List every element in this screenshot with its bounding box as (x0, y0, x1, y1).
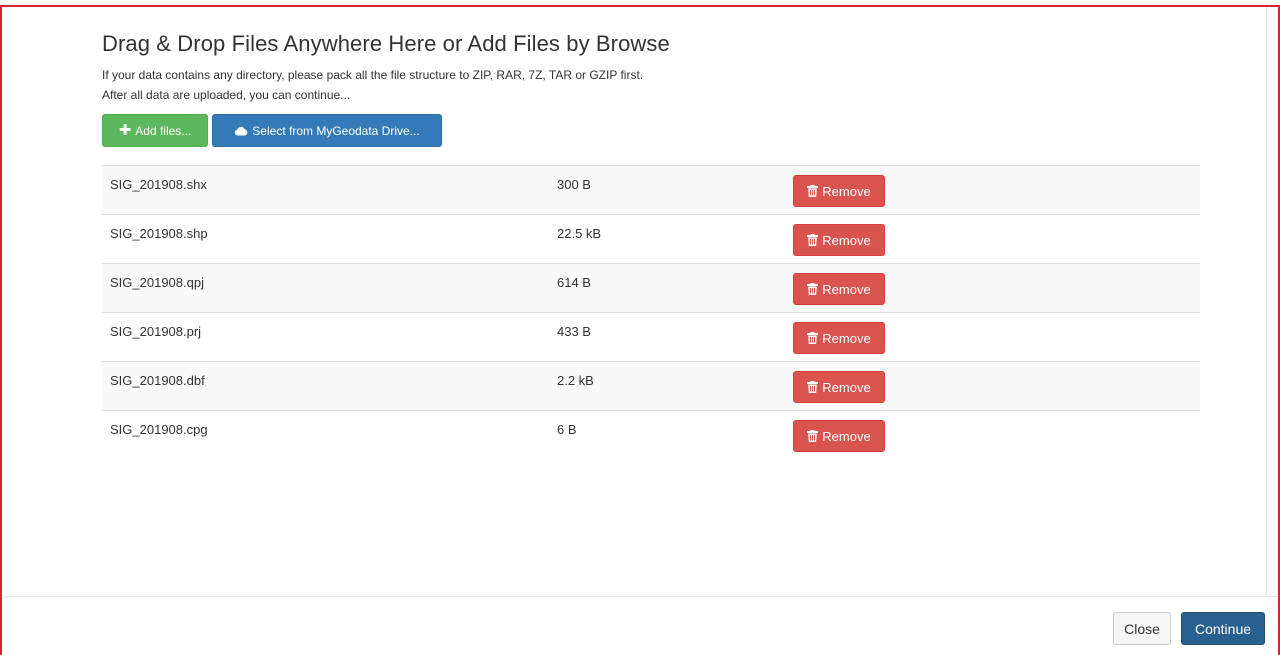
remove-label: Remove (822, 232, 871, 248)
file-name: SIG_201908.cpg (110, 422, 208, 437)
table-row: SIG_201908.prj 433 B Remove (102, 313, 1200, 362)
description-line-1: If your data contains any directory, ple… (102, 68, 644, 82)
file-table: SIG_201908.shx 300 B Remove SIG_201908.s… (102, 165, 1200, 460)
file-name: SIG_201908.dbf (110, 373, 205, 388)
remove-button[interactable]: Remove (793, 175, 885, 207)
trash-icon (807, 234, 819, 246)
trash-icon (807, 283, 819, 295)
table-row: SIG_201908.shp 22.5 kB Remove (102, 215, 1200, 264)
file-name: SIG_201908.shp (110, 226, 208, 241)
cloud-icon (235, 126, 248, 135)
table-row: SIG_201908.qpj 614 B Remove (102, 264, 1200, 313)
file-name: SIG_201908.qpj (110, 275, 204, 290)
dialog-title: Drag & Drop Files Anywhere Here or Add F… (102, 31, 670, 56)
close-button[interactable]: Close (1113, 612, 1171, 645)
remove-button[interactable]: Remove (793, 273, 885, 305)
select-drive-label: Select from MyGeodata Drive... (252, 123, 420, 138)
file-size: 614 B (557, 275, 591, 290)
upload-dialog: Drag & Drop Files Anywhere Here or Add F… (0, 5, 1280, 655)
remove-label: Remove (822, 183, 871, 199)
trash-icon (807, 381, 819, 393)
file-size: 300 B (557, 177, 591, 192)
trash-icon (807, 185, 819, 197)
file-size: 6 B (557, 422, 577, 437)
table-row: SIG_201908.cpg 6 B Remove (102, 411, 1200, 460)
footer-divider (4, 596, 1278, 597)
add-files-button[interactable]: ✚ Add files... (102, 114, 208, 147)
remove-label: Remove (822, 428, 871, 444)
continue-button[interactable]: Continue (1181, 612, 1265, 645)
add-files-label: Add files... (135, 123, 192, 138)
file-name: SIG_201908.prj (110, 324, 202, 339)
plus-icon: ✚ (118, 122, 132, 139)
remove-button[interactable]: Remove (793, 420, 885, 452)
table-row: SIG_201908.shx 300 B Remove (102, 166, 1200, 215)
trash-icon (807, 332, 819, 344)
trash-icon (807, 430, 819, 442)
file-size: 2.2 kB (557, 373, 594, 388)
select-drive-button[interactable]: Select from MyGeodata Drive... (212, 114, 442, 147)
scroll-track (1266, 7, 1267, 596)
file-size: 433 B (557, 324, 591, 339)
remove-button[interactable]: Remove (793, 371, 885, 403)
table-row: SIG_201908.dbf 2.2 kB Remove (102, 362, 1200, 411)
file-size: 22.5 kB (557, 226, 602, 241)
remove-button[interactable]: Remove (793, 322, 885, 354)
description-line-2: After all data are uploaded, you can con… (102, 88, 351, 102)
remove-label: Remove (822, 330, 871, 346)
remove-label: Remove (822, 379, 871, 395)
remove-button[interactable]: Remove (793, 224, 885, 256)
file-name: SIG_201908.shx (110, 177, 207, 192)
remove-label: Remove (822, 281, 871, 297)
